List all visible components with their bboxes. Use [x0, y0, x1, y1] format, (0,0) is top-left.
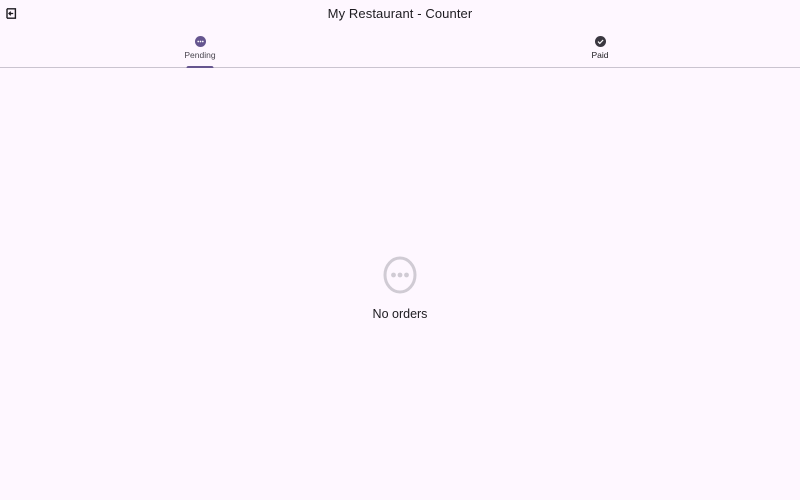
- more-horiz-circle-icon: [194, 35, 207, 48]
- app-window: My Restaurant - Counter Pending Paid No …: [0, 0, 800, 500]
- page-title: My Restaurant - Counter: [327, 6, 473, 21]
- tab-pending[interactable]: Pending: [0, 28, 400, 68]
- tab-bar: Pending Paid: [0, 28, 800, 68]
- check-circle-icon: [594, 35, 607, 48]
- tab-paid[interactable]: Paid: [400, 28, 800, 67]
- active-tab-indicator: [186, 66, 214, 68]
- top-app-bar: My Restaurant - Counter: [0, 0, 800, 28]
- tab-paid-label: Paid: [591, 50, 609, 60]
- tab-pending-label: Pending: [184, 50, 216, 60]
- empty-state-message: No orders: [372, 307, 428, 321]
- more-horiz-circle-outline-icon: [383, 256, 417, 294]
- empty-state: No orders: [0, 256, 800, 322]
